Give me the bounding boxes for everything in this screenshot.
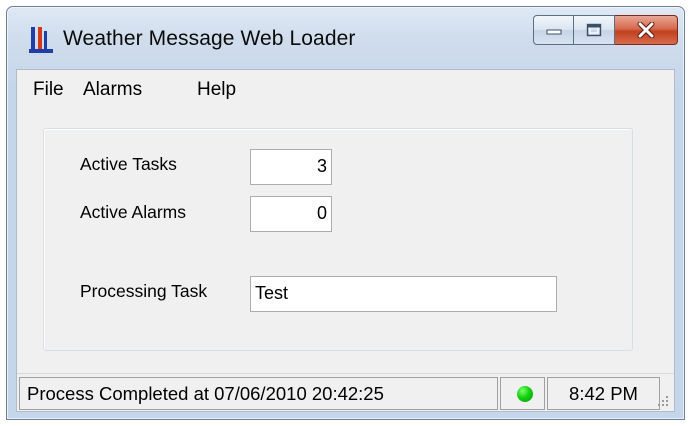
active-tasks-field[interactable]: 3 [250, 149, 332, 185]
menu-help[interactable]: Help [197, 79, 236, 101]
minimize-button[interactable] [533, 15, 574, 45]
active-alarms-field[interactable]: 0 [250, 196, 332, 232]
minimize-icon [546, 29, 561, 35]
processing-task-field[interactable]: Test [250, 276, 557, 312]
menu-alarms[interactable]: Alarms [83, 79, 142, 101]
processing-task-label: Processing Task [80, 281, 208, 301]
status-led-icon [517, 386, 533, 402]
app-logo-icon [29, 27, 53, 53]
status-indicator-panel [500, 377, 545, 410]
window-title: Weather Message Web Loader [63, 27, 356, 50]
menu-bar: File Alarms Help [17, 70, 674, 108]
main-window: Weather Message Web Loader File Alarms H… [6, 6, 685, 420]
active-alarms-label: Active Alarms [80, 202, 186, 222]
menu-file[interactable]: File [33, 79, 64, 101]
maximize-icon [586, 23, 602, 37]
title-bar[interactable]: Weather Message Web Loader [7, 7, 684, 69]
caption-buttons [533, 15, 678, 47]
status-bar: Process Completed at 07/06/2010 20:42:25… [17, 373, 674, 412]
close-button[interactable] [615, 15, 678, 45]
status-message: Process Completed at 07/06/2010 20:42:25 [19, 377, 498, 410]
maximize-button[interactable] [574, 15, 615, 45]
status-group: Active Tasks 3 Active Alarms 0 Processin… [43, 128, 633, 351]
status-clock: 8:42 PM [547, 377, 660, 410]
active-tasks-label: Active Tasks [80, 154, 177, 174]
resize-grip-icon[interactable] [656, 394, 670, 408]
client-area: File Alarms Help Active Tasks 3 Active A… [16, 69, 675, 412]
close-icon [637, 22, 655, 38]
